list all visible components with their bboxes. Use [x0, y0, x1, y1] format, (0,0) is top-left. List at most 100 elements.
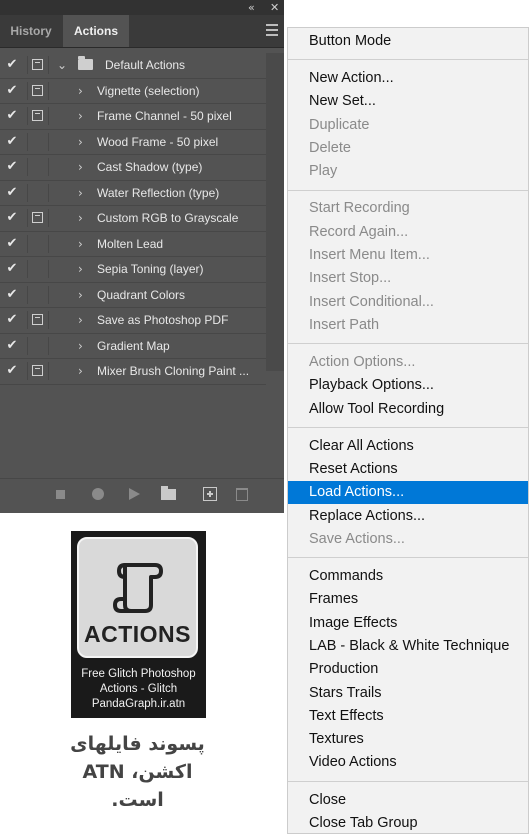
action-row[interactable]: ✔ › Water Reflection (type) [0, 181, 266, 206]
menu-item-playback-options[interactable]: Playback Options... [288, 374, 528, 397]
chevron-right-icon[interactable]: › [78, 155, 83, 179]
menu-item-commands[interactable]: Commands [288, 565, 528, 588]
new-action-icon[interactable] [203, 487, 217, 501]
action-row[interactable]: ✔ › Vignette (selection) [0, 79, 266, 104]
toggle-checkmark-icon[interactable]: ✔ [0, 206, 24, 230]
chevron-right-icon[interactable]: › [78, 359, 83, 383]
dialog-icon [32, 110, 43, 121]
toggle-checkmark-icon[interactable]: ✔ [0, 53, 24, 77]
scrollbar[interactable] [266, 53, 284, 371]
chevron-right-icon[interactable]: › [78, 308, 83, 332]
menu-item-record-again: Record Again... [309, 223, 409, 240]
dialog-toggle[interactable] [27, 209, 49, 227]
folder-icon [78, 56, 93, 70]
close-icon[interactable]: ✕ [270, 0, 279, 15]
menu-item-reset-actions[interactable]: Reset Actions [288, 458, 528, 481]
action-row[interactable]: ✔ › Save as Photoshop PDF [0, 308, 266, 334]
toggle-checkmark-icon[interactable]: ✔ [0, 155, 24, 179]
chevron-right-icon[interactable]: › [78, 181, 83, 205]
menu-item-load-actions[interactable]: Load Actions... [288, 481, 528, 505]
chevron-right-icon[interactable]: › [78, 283, 83, 307]
dialog-toggle[interactable] [27, 158, 49, 176]
dialog-toggle[interactable] [27, 285, 49, 304]
toggle-checkmark-icon[interactable]: ✔ [0, 359, 24, 383]
menu-item-replace-actions[interactable]: Replace Actions... [288, 505, 528, 528]
dialog-icon [32, 365, 43, 376]
toggle-checkmark-icon[interactable]: ✔ [0, 79, 24, 103]
action-row[interactable]: ✔ › Cast Shadow (type) [0, 155, 266, 181]
menu-item-play: Play [309, 163, 338, 180]
record-icon[interactable] [92, 488, 104, 500]
new-set-folder-icon[interactable] [161, 486, 176, 500]
menu-item-new-set[interactable]: New Set... [288, 90, 528, 113]
toggle-checkmark-icon[interactable]: ✔ [0, 181, 24, 205]
menu-item-close[interactable]: Close [288, 789, 528, 812]
chevron-right-icon[interactable]: › [78, 79, 83, 103]
menu-item-textures[interactable]: Textures [288, 728, 528, 751]
toggle-checkmark-icon[interactable]: ✔ [0, 104, 24, 128]
panel-menu-icon[interactable] [266, 24, 278, 36]
menu-item-allow-tool-recording[interactable]: Allow Tool Recording [288, 398, 528, 421]
dialog-icon [32, 212, 43, 223]
toggle-checkmark-icon[interactable]: ✔ [0, 257, 24, 281]
dialog-toggle[interactable] [27, 183, 49, 202]
action-row[interactable]: ✔ › Custom RGB to Grayscale [0, 206, 266, 232]
trash-icon[interactable] [236, 488, 248, 501]
action-row[interactable]: ✔ › Wood Frame - 50 pixel [0, 130, 266, 155]
toggle-checkmark-icon[interactable]: ✔ [0, 130, 24, 154]
caption-line: است. [111, 789, 164, 811]
menu-item-production[interactable]: Production [288, 658, 528, 681]
dialog-toggle[interactable] [27, 132, 49, 151]
dialog-toggle[interactable] [27, 260, 49, 278]
chevron-right-icon[interactable]: › [78, 130, 83, 154]
actions-list: ✔ ⌄ Default Actions ✔ › Vignette (selection) ✔… [0, 53, 266, 385]
dialog-toggle[interactable] [27, 107, 49, 125]
action-label: Water Reflection (type) [97, 185, 220, 200]
menu-item-frames[interactable]: Frames [288, 588, 528, 611]
dialog-toggle[interactable] [27, 336, 49, 355]
panel-flyout-menu: Button Mode New Action... New Set... Duplic… [287, 27, 529, 834]
menu-item-stars-trails[interactable]: Stars Trails [288, 682, 528, 705]
menu-item-image-effects[interactable]: Image Effects [288, 612, 528, 635]
chevron-right-icon[interactable]: › [78, 334, 83, 358]
menu-item-insert-menu-item: Insert Menu Item... [309, 247, 430, 263]
action-row[interactable]: ✔ › Sepia Toning (layer) [0, 257, 266, 283]
scroll-icon [113, 563, 163, 613]
dialog-toggle[interactable] [27, 362, 49, 380]
collapse-icon[interactable]: « [248, 0, 255, 15]
action-label: Quadrant Colors [97, 287, 186, 302]
action-row[interactable]: ✔ › Molten Lead [0, 232, 266, 257]
menu-item-clear-all-actions[interactable]: Clear All Actions [288, 435, 528, 458]
play-icon[interactable] [129, 488, 140, 500]
toggle-checkmark-icon[interactable]: ✔ [0, 308, 24, 332]
stop-icon[interactable] [56, 490, 65, 499]
chevron-down-icon[interactable]: ⌄ [57, 53, 67, 77]
menu-item-new-action[interactable]: New Action... [288, 67, 528, 90]
action-row[interactable]: ✔ › Gradient Map [0, 334, 266, 359]
menu-item-lab-black-white-technique[interactable]: LAB - Black & White Technique [288, 635, 528, 658]
action-label: Sepia Toning (layer) [97, 262, 204, 276]
chevron-right-icon[interactable]: › [78, 206, 83, 230]
action-set-row[interactable]: ✔ ⌄ Default Actions [0, 53, 266, 79]
dialog-toggle[interactable] [27, 311, 49, 329]
menu-item-video-actions[interactable]: Video Actions [288, 751, 528, 774]
toggle-checkmark-icon[interactable]: ✔ [0, 283, 24, 307]
chevron-right-icon[interactable]: › [78, 104, 83, 128]
chevron-right-icon[interactable]: › [78, 232, 83, 256]
toggle-checkmark-icon[interactable]: ✔ [0, 334, 24, 358]
menu-item-text-effects[interactable]: Text Effects [288, 705, 528, 728]
action-row[interactable]: ✔ › Mixer Brush Cloning Paint ... [0, 359, 266, 385]
dialog-toggle[interactable] [27, 81, 49, 100]
dialog-toggle[interactable] [27, 56, 49, 74]
tab-history[interactable]: History [0, 15, 62, 47]
toggle-checkmark-icon[interactable]: ✔ [0, 232, 24, 256]
menu-item-close-tab-group[interactable]: Close Tab Group [288, 812, 528, 835]
action-row[interactable]: ✔ › Frame Channel - 50 pixel [0, 104, 266, 130]
dialog-toggle[interactable] [27, 234, 49, 253]
menu-item-save-actions: Save Actions... [309, 530, 405, 547]
menu-item-button-mode[interactable]: Button Mode [288, 30, 528, 53]
chevron-right-icon[interactable]: › [78, 257, 83, 281]
menu-item-duplicate: Duplicate [309, 116, 370, 133]
tab-actions[interactable]: Actions [63, 15, 129, 47]
action-row[interactable]: ✔ › Quadrant Colors [0, 283, 266, 308]
